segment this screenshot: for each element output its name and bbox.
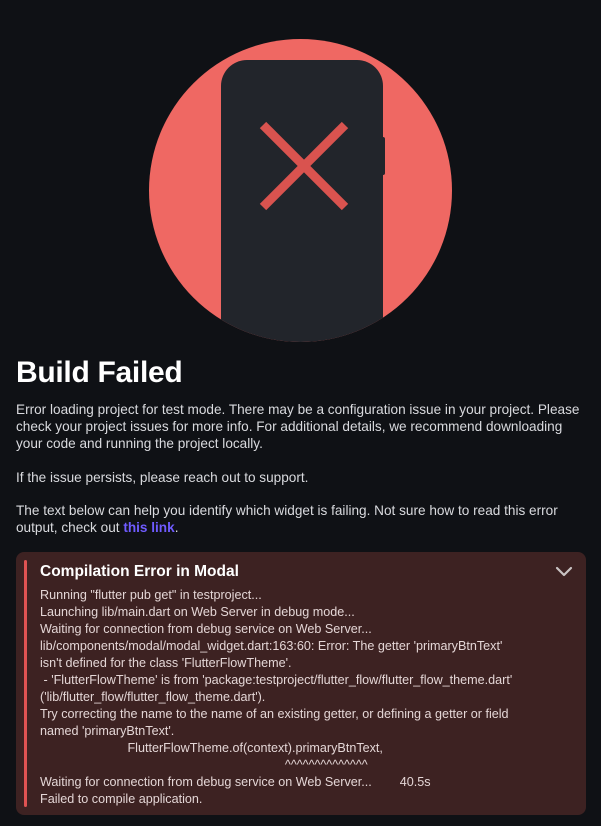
help-note-text: The text below can help you identify whi…: [16, 503, 558, 535]
compilation-error-panel: Compilation Error in Modal Running "flut…: [16, 552, 586, 815]
error-panel-title: Compilation Error in Modal: [40, 563, 239, 580]
error-description: Error loading project for test mode. The…: [16, 402, 580, 451]
help-note: The text below can help you identify whi…: [16, 502, 588, 536]
support-note: If the issue persists, please reach out …: [16, 470, 309, 485]
error-log: Running "flutter pub get" in testproject…: [40, 588, 513, 806]
page-title: Build Failed: [16, 356, 183, 389]
hero-illustration: [149, 0, 452, 342]
phone-error-icon: [149, 39, 452, 342]
help-note-end: .: [174, 520, 179, 535]
build-failed-page: Build Failed Error loading project for t…: [0, 0, 601, 826]
error-accent-bar: [24, 560, 27, 807]
help-link[interactable]: this link: [123, 520, 174, 535]
phone-body: [221, 60, 383, 342]
chevron-down-icon[interactable]: [554, 561, 574, 581]
